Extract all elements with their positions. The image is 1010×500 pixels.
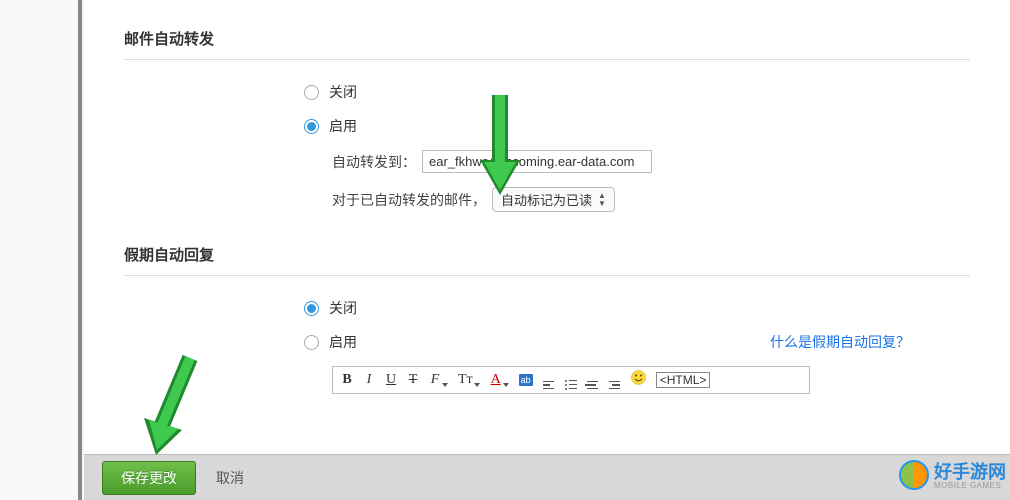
underline-button[interactable]: U [385,372,397,388]
logo-icon [898,459,930,494]
indent-icon [609,381,620,390]
align-left-button[interactable] [543,371,555,389]
smile-icon [631,370,646,385]
forwarded-action-label: 对于已自动转发的邮件， [332,190,486,210]
radio-on-label: 启用 [329,116,357,136]
panel-left-edge [78,0,82,500]
autoforward-off-option[interactable]: 关闭 [304,82,970,102]
forward-to-row: 自动转发到： [332,150,970,173]
outdent-button[interactable] [587,371,599,389]
fontface-button[interactable]: F [429,372,448,388]
align-left-icon [543,381,554,390]
radio-on[interactable] [304,335,319,350]
left-margin [0,0,78,500]
dropdown-icon [474,383,480,387]
watermark-logo: 好手游网 MOBILE GAMES [898,459,1006,494]
vacation-title: 假期自动回复 [124,244,970,265]
dropdown-icon [503,383,509,387]
forwarded-action-select[interactable]: 自动标记为已读 ▲▼ [492,187,615,212]
emoji-button[interactable] [631,370,646,390]
vacation-on-option[interactable]: 启用 [304,332,357,352]
logo-subtext: MOBILE GAMES [934,481,1006,490]
dropdown-icon [442,383,448,387]
radio-on-label: 启用 [329,332,357,352]
html-button[interactable]: <HTML> [656,372,711,388]
vacation-help-link[interactable]: 什么是假期自动回复？ [770,332,910,352]
autoforward-section: 邮件自动转发 关闭 启用 自动转发到： 对于已自动转发的邮件， 自动标记为已读 … [124,0,970,236]
autoforward-title: 邮件自动转发 [124,28,970,49]
save-button[interactable]: 保存更改 [102,461,196,495]
forward-to-input[interactable] [422,150,652,173]
strike-button[interactable]: T [407,372,419,388]
radio-on[interactable] [304,119,319,134]
cancel-button[interactable]: 取消 [216,468,244,488]
footer-bar: 保存更改 取消 [84,454,1010,500]
italic-button[interactable]: I [363,372,375,388]
vacation-section: 假期自动回复 关闭 启用 什么是假期自动回复？ B I U T [124,236,970,404]
radio-off[interactable] [304,85,319,100]
logo-text: 好手游网 [934,463,1006,481]
forward-to-label: 自动转发到： [332,152,416,172]
autoforward-on-option[interactable]: 启用 [304,116,970,136]
bold-button[interactable]: B [341,372,353,388]
forwarded-action-row: 对于已自动转发的邮件， 自动标记为已读 ▲▼ [332,187,970,212]
select-arrows-icon: ▲▼ [598,192,606,208]
settings-panel: 邮件自动转发 关闭 启用 自动转发到： 对于已自动转发的邮件， 自动标记为已读 … [84,0,1010,454]
radio-off-label: 关闭 [329,298,357,318]
outdent-icon [587,381,598,390]
list-icon [565,380,577,390]
fontcolor-button[interactable]: A [490,372,509,388]
radio-off-label: 关闭 [329,82,357,102]
indent-button[interactable] [609,371,621,389]
fontsize-button[interactable]: Tт [458,372,480,388]
radio-off[interactable] [304,301,319,316]
rich-text-toolbar: B I U T F Tт A ab <HTML> [332,366,810,394]
forwarded-action-selected: 自动标记为已读 [501,190,592,209]
vacation-off-option[interactable]: 关闭 [304,298,357,318]
highlight-button[interactable]: ab [519,374,533,386]
bullet-list-button[interactable] [565,371,577,390]
